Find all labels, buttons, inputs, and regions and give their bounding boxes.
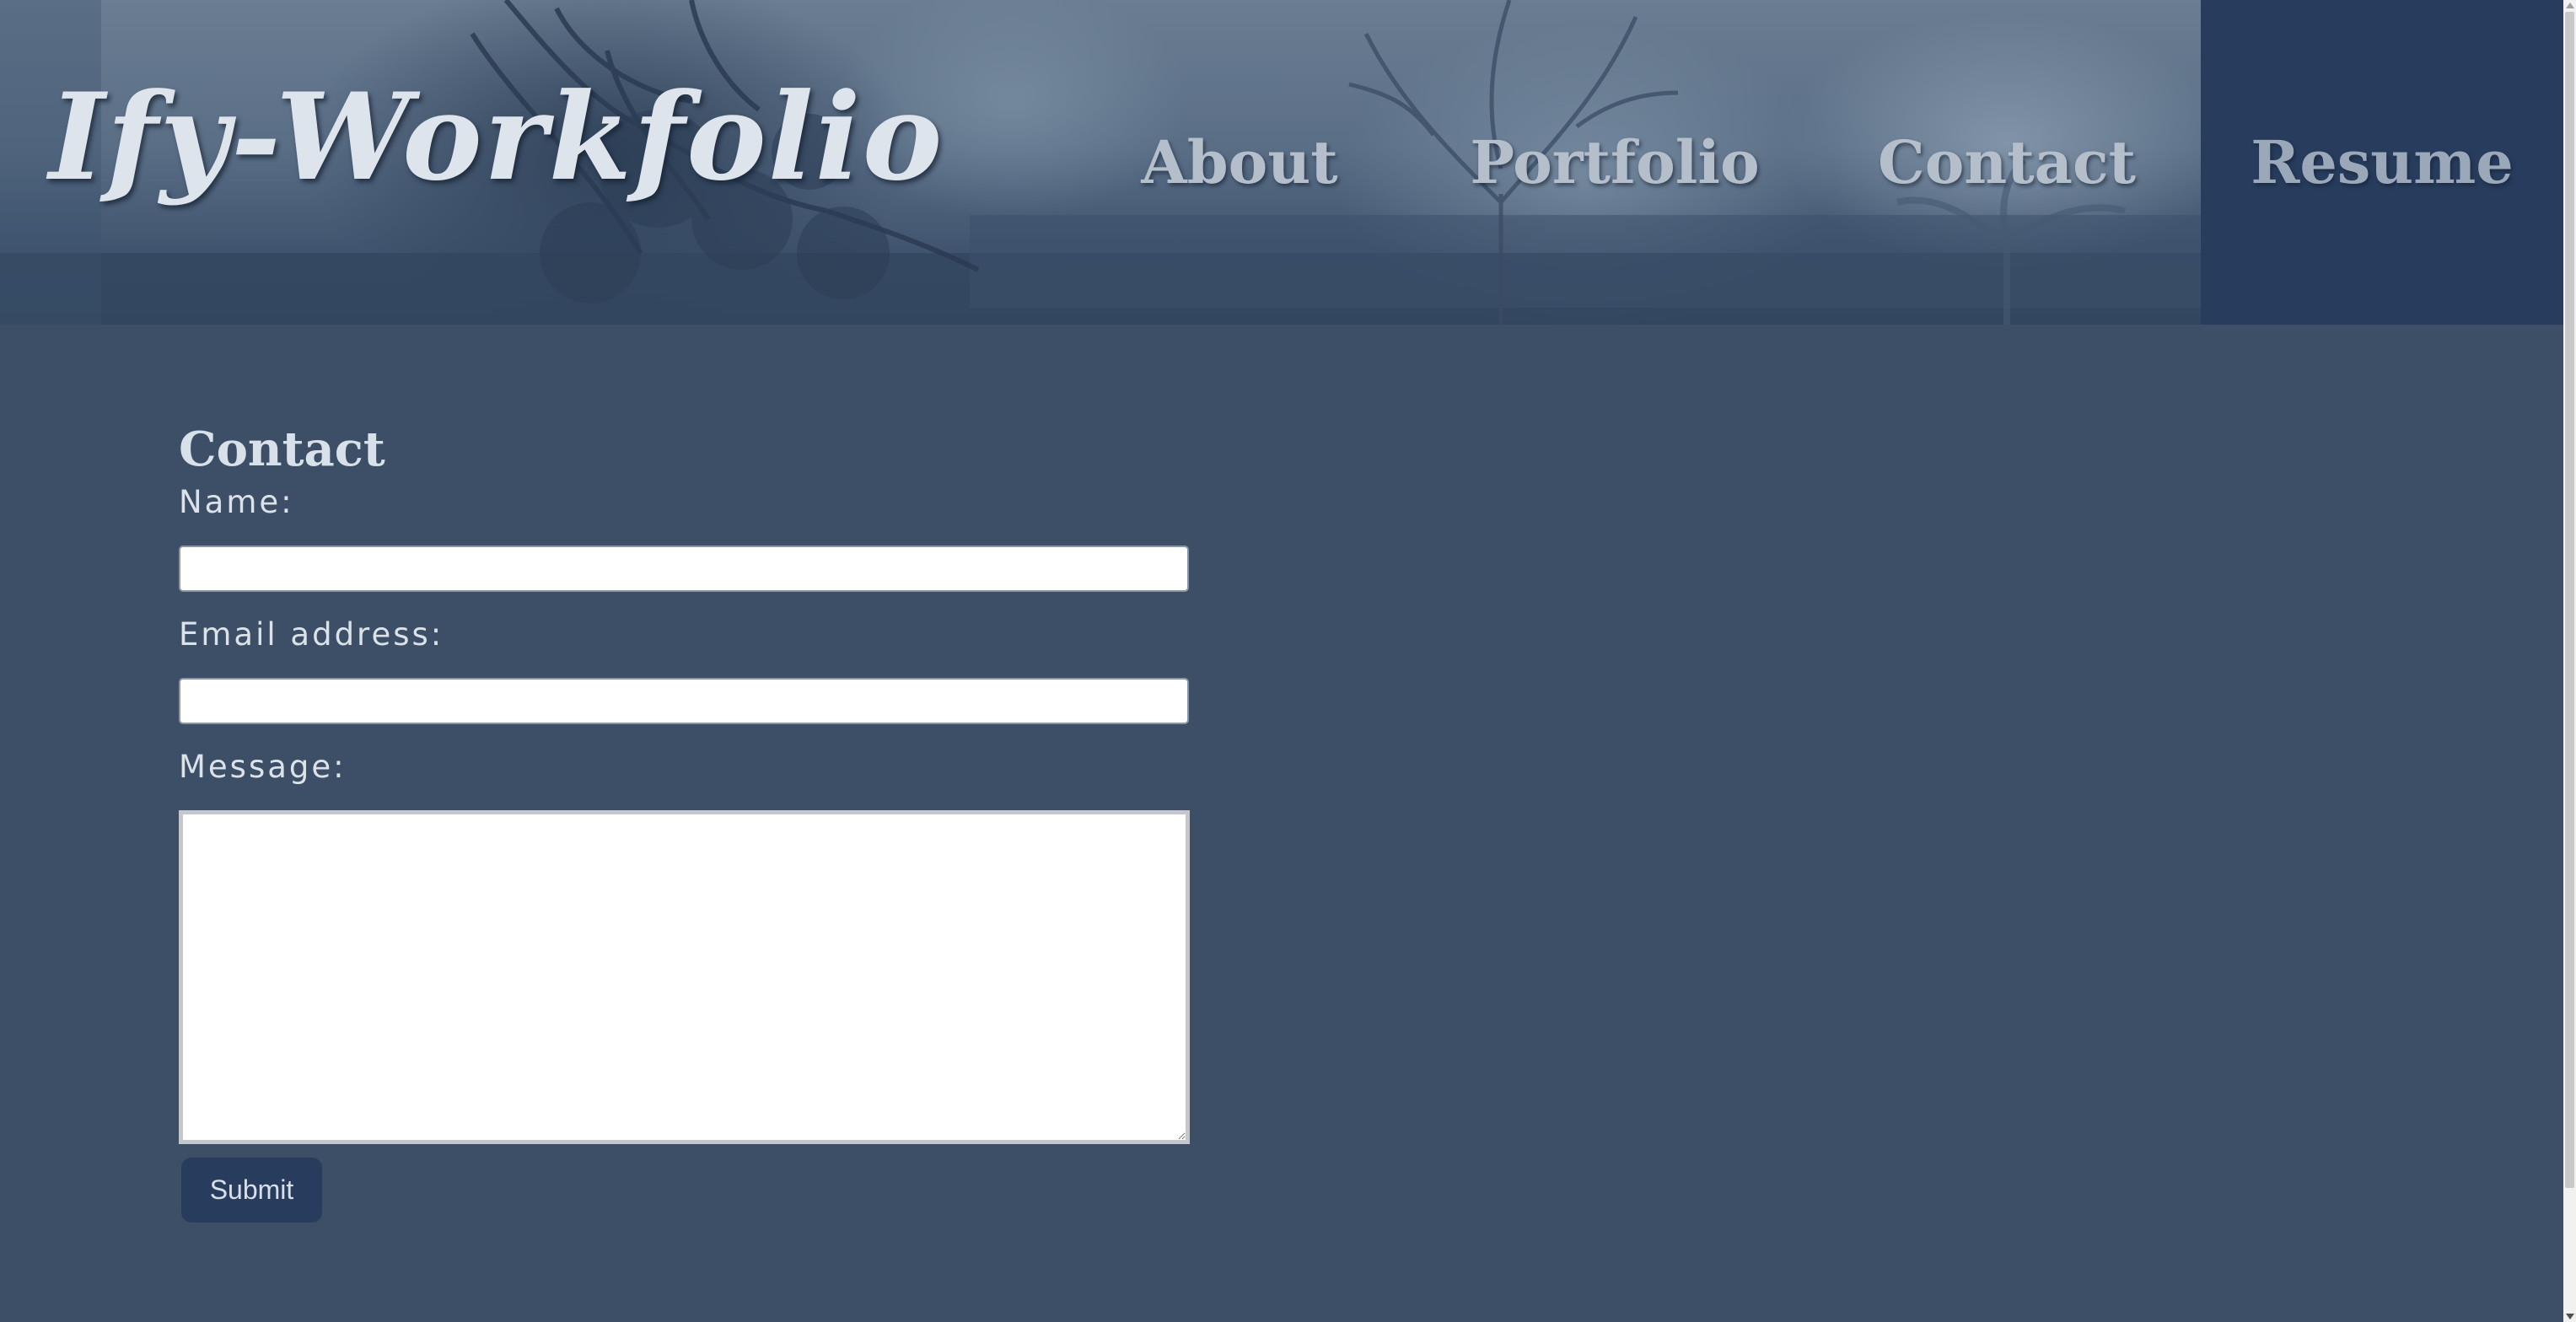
nav-portfolio[interactable]: Portfolio: [1417, 0, 1813, 325]
site-logo-text[interactable]: Ify-Workfolio: [49, 78, 944, 197]
name-input[interactable]: [179, 545, 1189, 592]
contact-form: Name: Email address: Message: Submit: [179, 481, 1191, 1223]
nav-about[interactable]: About: [1062, 0, 1417, 325]
submit-button[interactable]: Submit: [181, 1158, 322, 1223]
name-label: Name:: [179, 484, 294, 520]
contact-title: Contact: [179, 422, 385, 477]
page: Ify-Workfolio About Portfolio Contact Re…: [0, 0, 2576, 1322]
message-label: Message:: [179, 749, 347, 785]
contact-section: Contact Name: Email address: Message: Su…: [179, 417, 1191, 1223]
scroll-up-arrow-icon[interactable]: [2566, 3, 2574, 8]
email-input[interactable]: [179, 678, 1189, 724]
main-nav: About Portfolio Contact Resume: [1062, 0, 2563, 325]
message-textarea[interactable]: [179, 810, 1190, 1144]
vertical-scrollbar[interactable]: [2563, 0, 2576, 1322]
nav-contact[interactable]: Contact: [1813, 0, 2201, 325]
scrollbar-thumb[interactable]: [2565, 12, 2574, 1188]
site-header: Ify-Workfolio About Portfolio Contact Re…: [0, 0, 2563, 325]
email-label: Email address:: [179, 616, 444, 653]
scroll-down-arrow-icon[interactable]: [2566, 1314, 2574, 1319]
nav-resume[interactable]: Resume: [2201, 0, 2563, 325]
